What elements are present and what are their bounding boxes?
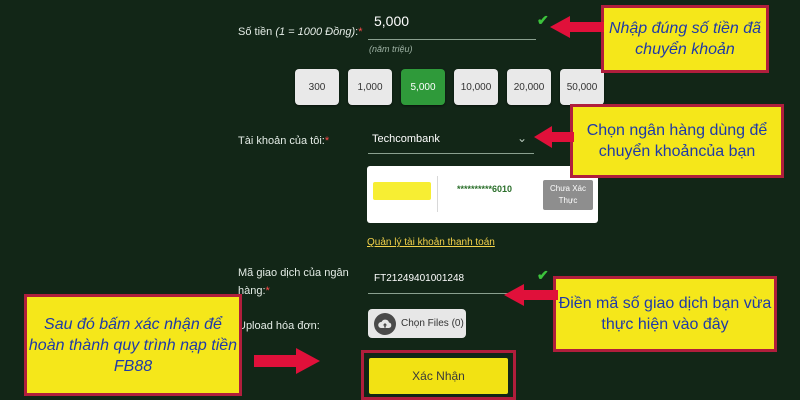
quick-amount-button[interactable]: 1,000 bbox=[348, 69, 392, 105]
transaction-label: Mã giao dịch của ngân hàng:* bbox=[238, 267, 349, 297]
quick-amount-button[interactable]: 50,000 bbox=[560, 69, 604, 105]
confirm-button[interactable]: Xác Nhận bbox=[369, 358, 508, 394]
amount-hint: (năm triệu) bbox=[369, 44, 413, 54]
quick-amount-button-selected[interactable]: 5,000 bbox=[401, 69, 445, 105]
arrow-left-icon bbox=[534, 126, 574, 148]
arrow-left-icon bbox=[550, 16, 604, 38]
submit-highlight-frame: Xác Nhận bbox=[361, 350, 516, 400]
chevron-down-icon: ⌄ bbox=[517, 131, 528, 145]
account-number: **********6010 bbox=[457, 184, 513, 194]
callout-transaction: Điền mã số giao dịch bạn vừa thực hiện v… bbox=[553, 276, 777, 352]
callout-bank: Chọn ngân hàng dùng để chuyển khoảncủa b… bbox=[570, 104, 784, 178]
callout-amount: Nhập đúng số tiền đã chuyển khoản bbox=[601, 5, 769, 73]
bank-select[interactable]: Techcombank ⌄ bbox=[368, 124, 534, 154]
amount-label: Số tiền (1 = 1000 Đồng):* bbox=[238, 26, 363, 38]
bank-label: Tài khoản của tôi:* bbox=[238, 135, 330, 147]
quick-amount-row: 300 1,000 5,000 10,000 20,000 50,000 bbox=[295, 69, 604, 105]
check-icon: ✔ bbox=[537, 12, 549, 28]
amount-input[interactable]: 5,000 bbox=[368, 8, 536, 40]
bank-selected-value: Techcombank bbox=[372, 133, 440, 145]
transaction-value: FT21249401001248 bbox=[374, 273, 465, 284]
choose-files-label: Chọn Files (0) bbox=[401, 318, 464, 329]
bank-logo-placeholder bbox=[373, 182, 431, 200]
callout-submit: Sau đó bấm xác nhận để hoàn thành quy tr… bbox=[24, 294, 242, 396]
quick-amount-button[interactable]: 10,000 bbox=[454, 69, 498, 105]
arrow-right-icon bbox=[254, 348, 320, 374]
quick-amount-button[interactable]: 20,000 bbox=[507, 69, 551, 105]
upload-cloud-icon bbox=[374, 312, 396, 335]
manage-accounts-link[interactable]: Quản lý tài khoản thanh toán bbox=[367, 237, 495, 248]
account-card: **********6010 Chưa Xác Thực bbox=[367, 166, 598, 223]
arrow-left-icon bbox=[504, 284, 558, 306]
upload-label: Upload hóa đơn: bbox=[238, 320, 320, 332]
amount-value: 5,000 bbox=[374, 13, 410, 29]
verify-button[interactable]: Chưa Xác Thực bbox=[543, 180, 593, 210]
card-divider bbox=[437, 176, 438, 212]
quick-amount-button[interactable]: 300 bbox=[295, 69, 339, 105]
choose-files-button[interactable]: Chọn Files (0) bbox=[368, 309, 466, 338]
